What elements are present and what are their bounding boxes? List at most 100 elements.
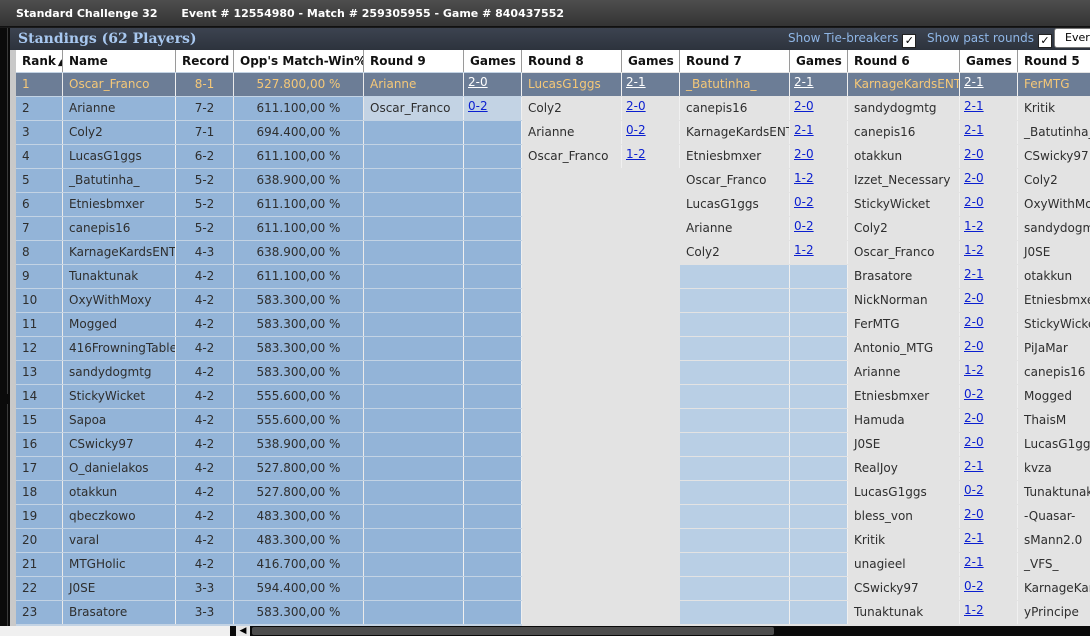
pairing-opponent[interactable]: _Batutinha_ [680, 73, 790, 96]
pairing-opponent[interactable]: Mogged [1018, 385, 1090, 408]
games-header[interactable]: Games [622, 50, 680, 72]
pairing-opponent[interactable]: _Batutinha_ [1018, 121, 1090, 144]
pairing-opponent[interactable]: Kritik [1018, 97, 1090, 120]
pairing-games-link[interactable]: 2-1 [790, 73, 848, 96]
round-header[interactable]: Round 6 [848, 50, 960, 72]
pairing-games-link[interactable]: 2-0 [960, 289, 1018, 312]
round-header[interactable]: Round 7 [680, 50, 790, 72]
cell-name[interactable]: OxyWithMoxy [63, 289, 176, 312]
show-past-rounds-checkbox[interactable]: ✓ [1038, 34, 1053, 48]
scrollbar-thumb[interactable] [252, 627, 774, 635]
pairing-opponent[interactable]: canepis16 [1018, 361, 1090, 384]
pairing-games-link[interactable]: 2-1 [960, 457, 1018, 480]
pairing-opponent[interactable]: Izzet_Necessary [848, 169, 960, 192]
pairing-games-link[interactable]: 2-0 [960, 193, 1018, 216]
pairing-opponent[interactable]: Antonio_MTG [848, 337, 960, 360]
pairing-opponent[interactable]: canepis16 [848, 121, 960, 144]
pairing-games-link[interactable]: 2-0 [960, 505, 1018, 528]
pairing-opponent[interactable]: Arianne [364, 73, 464, 96]
pairing-games-link[interactable]: 0-2 [960, 385, 1018, 408]
cell-name[interactable]: Etniesbmxer [63, 193, 176, 216]
cell-name[interactable]: Coly2 [63, 121, 176, 144]
pairing-games-link[interactable]: 1-2 [960, 601, 1018, 624]
cell-name[interactable]: Tunaktunak [63, 265, 176, 288]
pairing-opponent[interactable]: Tunaktunak [848, 601, 960, 624]
pairing-games-link[interactable]: 0-2 [960, 577, 1018, 600]
pairing-opponent[interactable]: Brasatore [848, 265, 960, 288]
pairing-opponent[interactable]: sandydogmtg [1018, 217, 1090, 240]
pairing-opponent[interactable]: ThaisM [1018, 409, 1090, 432]
show-past-rounds-toggle[interactable]: Show past rounds ✓ [927, 30, 1053, 48]
round-header[interactable]: Round 8 [522, 50, 622, 72]
pairing-opponent[interactable]: sMann2.0 [1018, 529, 1090, 552]
pairing-opponent[interactable]: Hamuda [848, 409, 960, 432]
pairing-opponent[interactable]: J0SE [848, 433, 960, 456]
scroll-left-arrow-icon[interactable]: ◀ [236, 626, 250, 636]
pairing-games-link[interactable]: 1-2 [790, 241, 848, 264]
header-rank[interactable]: Rank▲ [16, 50, 63, 72]
pairing-games-link[interactable]: 2-0 [622, 97, 680, 120]
header-omw[interactable]: Opp's Match-Win% [234, 50, 364, 72]
cell-name[interactable]: qbeczkowo [63, 505, 176, 528]
cell-name[interactable]: otakkun [63, 481, 176, 504]
pairing-games-link[interactable]: 2-1 [960, 97, 1018, 120]
pairing-opponent[interactable]: FerMTG [848, 313, 960, 336]
pairing-opponent[interactable]: Arianne [522, 121, 622, 144]
pairing-opponent[interactable]: bless_von [848, 505, 960, 528]
pairing-opponent[interactable]: Etniesbmxer [848, 385, 960, 408]
pairing-opponent[interactable]: J0SE [1018, 241, 1090, 264]
show-tiebreakers-toggle[interactable]: Show Tie-breakers ✓ [788, 30, 917, 48]
cell-name[interactable]: 416FrowningTable [63, 337, 176, 360]
cell-name[interactable]: canepis16 [63, 217, 176, 240]
cell-name[interactable]: StickyWicket [63, 385, 176, 408]
cell-name[interactable]: varal [63, 529, 176, 552]
games-header[interactable]: Games [790, 50, 848, 72]
pairing-opponent[interactable]: LucasG1ggs [680, 193, 790, 216]
pairing-opponent[interactable]: LucasG1ggs [848, 481, 960, 504]
pairing-games-link[interactable]: 0-2 [622, 121, 680, 144]
pairing-opponent[interactable]: _VFS_ [1018, 553, 1090, 576]
pairing-games-link[interactable]: 2-0 [960, 433, 1018, 456]
pairing-games-link[interactable]: 1-2 [960, 361, 1018, 384]
cell-name[interactable]: _Batutinha_ [63, 169, 176, 192]
round-header[interactable]: Round 9 [364, 50, 464, 72]
header-name[interactable]: Name [63, 50, 176, 72]
pairing-opponent[interactable]: Coly2 [1018, 169, 1090, 192]
header-record[interactable]: Record [176, 50, 234, 72]
cell-name[interactable]: KarnageKardsENT [63, 241, 176, 264]
pairing-opponent[interactable]: KarnageKardsENT [848, 73, 960, 96]
cell-name[interactable]: Mogged [63, 313, 176, 336]
pairing-opponent[interactable]: sandydogmtg [848, 97, 960, 120]
pairing-games-link[interactable]: 2-1 [960, 73, 1018, 96]
pairing-opponent[interactable]: Kritik [848, 529, 960, 552]
pairing-opponent[interactable]: Etniesbmxer [1018, 289, 1090, 312]
games-header[interactable]: Games [464, 50, 522, 72]
pairing-games-link[interactable]: 2-0 [464, 73, 522, 96]
pairing-games-link[interactable]: 2-0 [960, 337, 1018, 360]
cell-name[interactable]: Brasatore [63, 601, 176, 624]
pairing-opponent[interactable]: Arianne [848, 361, 960, 384]
pairing-opponent[interactable]: StickyWicket [848, 193, 960, 216]
pairing-opponent[interactable]: LucasG1ggs [522, 73, 622, 96]
pairing-opponent[interactable]: otakkun [848, 145, 960, 168]
pairing-games-link[interactable]: 1-2 [960, 217, 1018, 240]
pairing-opponent[interactable]: Etniesbmxer [680, 145, 790, 168]
pairing-opponent[interactable]: -Quasar- [1018, 505, 1090, 528]
pairing-opponent[interactable]: CSwicky97 [848, 577, 960, 600]
cell-name[interactable]: sandydogmtg [63, 361, 176, 384]
pairing-opponent[interactable]: Oscar_Franco [848, 241, 960, 264]
pairing-games-link[interactable]: 2-0 [960, 145, 1018, 168]
pairing-games-link[interactable]: 2-1 [960, 529, 1018, 552]
pairing-opponent[interactable]: otakkun [1018, 265, 1090, 288]
pairing-games-link[interactable]: 2-0 [790, 145, 848, 168]
pairing-opponent[interactable]: KarnageKardsENT [680, 121, 790, 144]
round-header[interactable]: Round 5 [1018, 50, 1090, 72]
pairing-opponent[interactable]: KarnageKardsENT [1018, 577, 1090, 600]
pairing-opponent[interactable]: CSwicky97 [1018, 145, 1090, 168]
pairing-opponent[interactable]: Oscar_Franco [680, 169, 790, 192]
horizontal-scrollbar[interactable]: ◀ [0, 626, 1090, 636]
pairing-opponent[interactable]: Oscar_Franco [364, 97, 464, 120]
player-filter-select[interactable]: Everyone [1054, 28, 1090, 48]
pairing-games-link[interactable]: 2-1 [960, 553, 1018, 576]
pairing-opponent[interactable]: yPrincipe [1018, 601, 1090, 624]
